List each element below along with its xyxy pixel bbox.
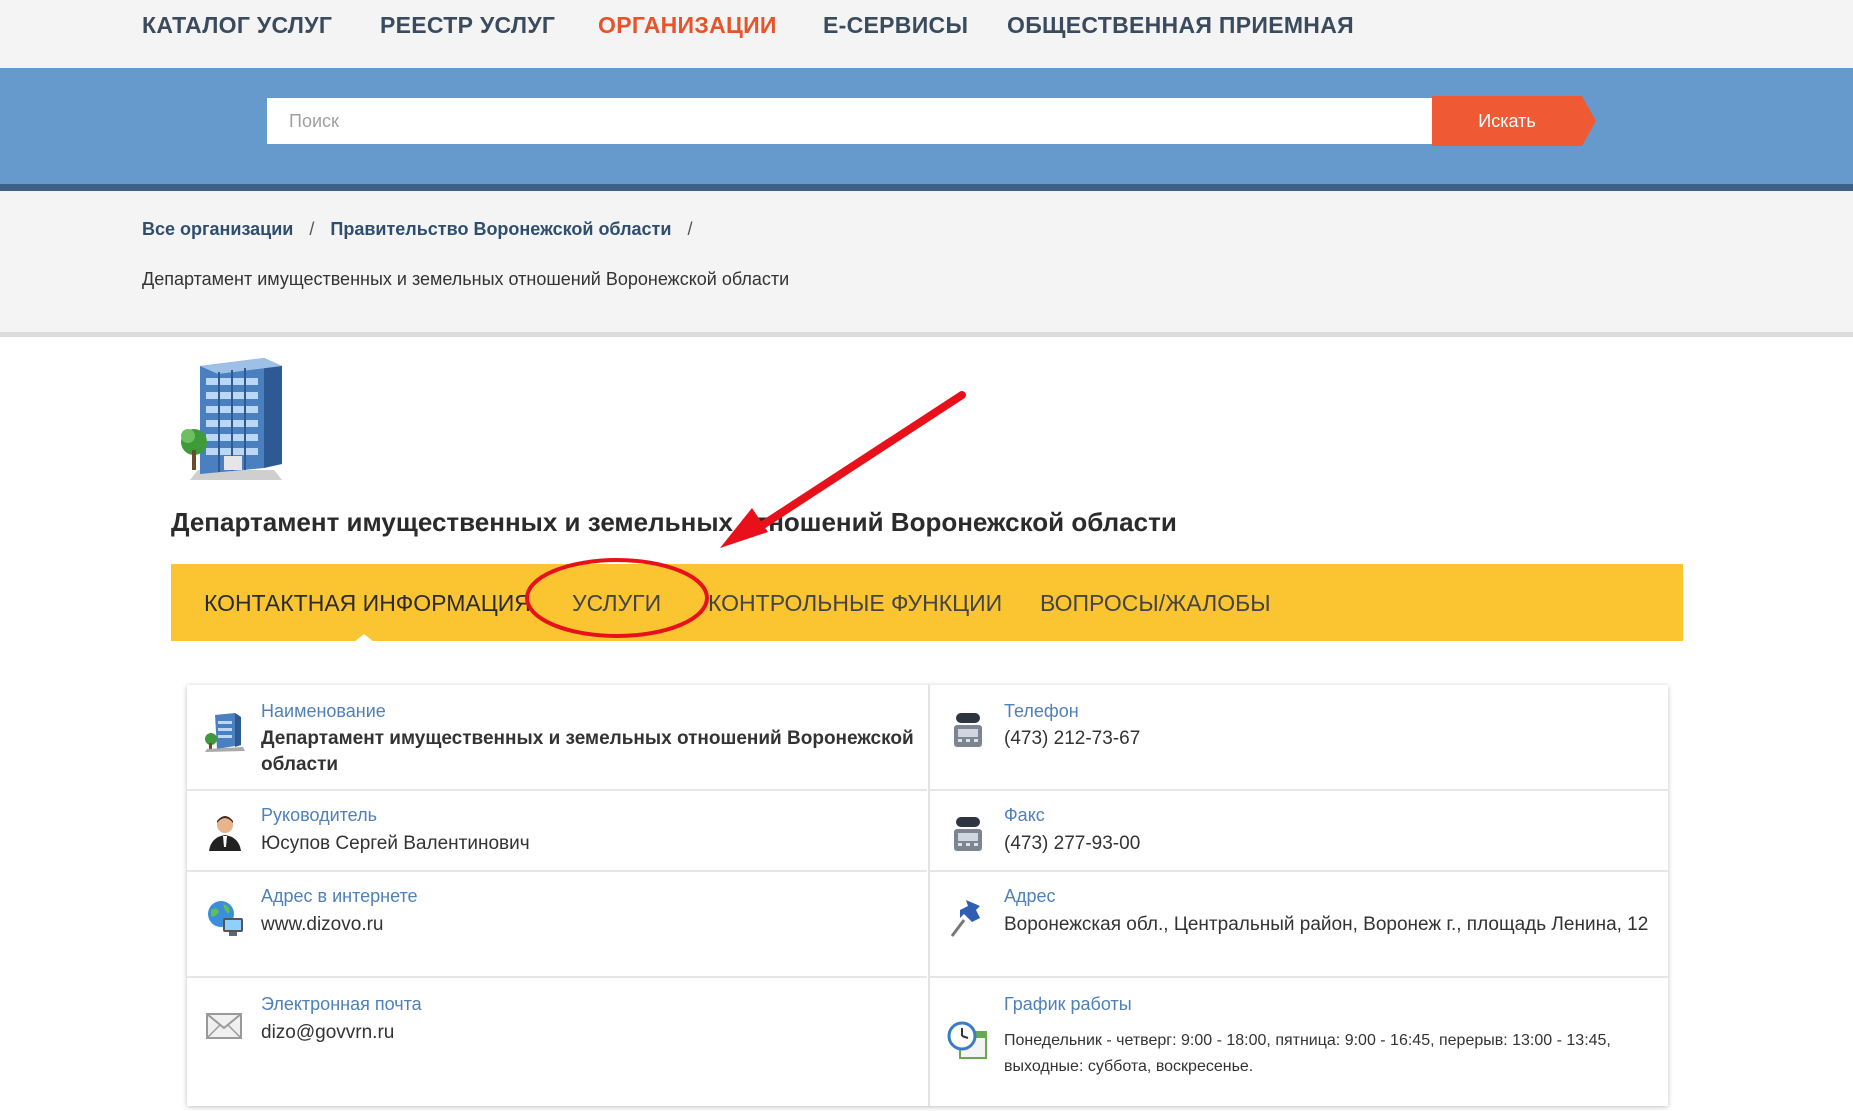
person-icon [209,816,241,851]
email-link[interactable]: dizo@govvrn.ru [261,1020,917,1046]
active-tab-caret [354,634,374,642]
contact-label: Руководитель [261,805,377,825]
nav-registry[interactable]: РЕЕСТР УСЛУГ [380,12,555,39]
tab-control-functions[interactable]: КОНТРОЛЬНЫЕ ФУНКЦИИ [708,590,1002,617]
clock-calendar-icon [947,1021,987,1059]
breadcrumb-current: Департамент имущественных и земельных от… [142,269,790,289]
contact-phone-row: Телефон (473) 212-73-67 [930,685,1668,791]
contact-column-left: Наименование Департамент имущественных и… [187,685,927,1106]
contact-info-grid: Наименование Департамент имущественных и… [187,685,1668,1106]
contact-label: Электронная почта [261,994,422,1014]
website-link[interactable]: www.dizovo.ru [261,912,917,938]
building-icon [205,713,245,752]
fax-icon [954,817,982,851]
nav-catalog[interactable]: КАТАЛОГ УСЛУГ [142,12,332,39]
contact-label: Адрес в интернете [261,886,418,906]
breadcrumb-government[interactable]: Правительство Воронежской области [330,219,671,239]
breadcrumb: Все организации / Правительство Воронежско… [142,219,708,240]
contact-value: Юсупов Сергей Валентинович [261,833,530,854]
contact-column-right: Телефон (473) 212-73-67 Факс (473) 277-9… [928,685,1668,1106]
page-title: Департамент имущественных и земельных от… [171,507,1177,537]
contact-value: (473) 212-73-67 [1004,728,1141,749]
contact-value: Понедельник - четверг: 9:00 - 18:00, пят… [1004,1032,1611,1075]
contact-value: Департамент имущественных и земельных от… [261,728,914,775]
contact-schedule-row: График работы Понедельник - четверг: 9:0… [930,978,1668,1106]
search-button[interactable]: Искать [1432,96,1596,146]
breadcrumb-all-orgs[interactable]: Все организации [142,219,293,239]
breadcrumb-separator: / [309,219,315,239]
breadcrumb-band: Все организации / Правительство Воронежско… [0,191,1853,337]
contact-name-row: Наименование Департамент имущественных и… [187,685,927,791]
tab-services[interactable]: УСЛУГИ [572,590,661,617]
office-building-icon [181,358,282,480]
tab-questions-complaints[interactable]: ВОПРОСЫ/ЖАЛОБЫ [1040,590,1271,617]
contact-email-row: Электронная почта dizo@govvrn.ru [187,978,927,1106]
envelope-icon [206,1013,242,1039]
tab-contact-info[interactable]: КОНТАКТНАЯ ИНФОРМАЦИЯ [204,590,531,617]
globe-computer-icon [208,901,243,936]
contact-fax-row: Факс (473) 277-93-00 [930,791,1668,872]
tab-bar: КОНТАКТНАЯ ИНФОРМАЦИЯ УСЛУГИ КОНТРОЛЬНЫЕ… [171,564,1683,642]
contact-value: Воронежская обл., Центральный район, Вор… [1004,914,1649,935]
contact-label: Телефон [1004,701,1079,721]
search-input[interactable] [267,98,1432,144]
nav-public-reception[interactable]: ОБЩЕСТВЕННАЯ ПРИЕМНАЯ [1007,12,1354,39]
nav-eservices[interactable]: Е-СЕРВИСЫ [823,12,968,39]
top-navigation: КАТАЛОГ УСЛУГ РЕЕСТР УСЛУГ ОРГАНИЗАЦИИ Е… [0,0,1853,68]
search-band: Искать [0,68,1853,191]
contact-label: График работы [1004,994,1132,1014]
contact-label: Факс [1004,805,1045,825]
phone-icon [954,713,982,747]
contact-label: Наименование [261,701,386,721]
breadcrumb-separator: / [687,219,693,239]
contact-label: Адрес [1004,886,1056,906]
pushpin-icon [950,900,980,937]
contact-website-row: Адрес в интернете www.dizovo.ru [187,872,927,978]
contact-address-row: Адрес Воронежская обл., Центральный райо… [930,872,1668,978]
contact-value: (473) 277-93-00 [1004,833,1141,854]
nav-organizations[interactable]: ОРГАНИЗАЦИИ [598,12,777,39]
contact-head-row: Руководитель Юсупов Сергей Валентинович [187,791,927,872]
